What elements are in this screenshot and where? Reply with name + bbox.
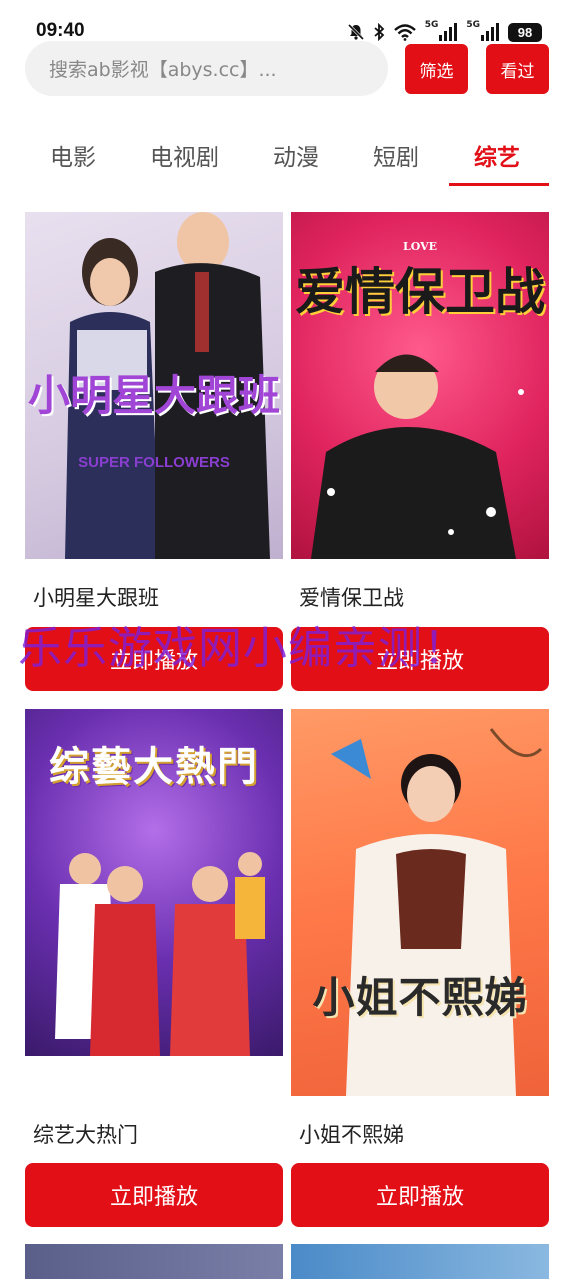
poster-title: 小明星大跟班	[27, 371, 280, 420]
card-title[interactable]: 小姐不熙娣	[299, 1119, 404, 1149]
mute-bell-icon	[347, 23, 364, 41]
poster-image[interactable]: 爱情保卫战 LOVE	[291, 212, 549, 559]
play-button[interactable]: 立即播放	[25, 1163, 283, 1227]
poster-title: 爱情保卫战	[295, 262, 545, 321]
bluetooth-icon	[374, 23, 385, 41]
battery-icon: 98	[508, 22, 542, 42]
status-icons: 5G 5G 98	[347, 20, 542, 44]
search-placeholder: 搜索ab影视【abys.cc】...	[49, 59, 277, 81]
poster-image[interactable]: 综藝大熱門	[25, 709, 283, 1056]
tab-tv-series[interactable]: 电视剧	[150, 138, 219, 172]
poster-subtitle: SUPER FOLLOWERS	[78, 454, 230, 471]
tab-variety[interactable]: 综艺	[474, 138, 520, 172]
card-title[interactable]: 爱情保卫战	[299, 582, 404, 612]
card-title[interactable]: 综艺大热门	[33, 1119, 138, 1149]
play-button[interactable]: 立即播放	[291, 1163, 549, 1227]
card-title[interactable]: 小明星大跟班	[33, 582, 159, 612]
history-button[interactable]: 看过	[486, 44, 549, 94]
poster-image[interactable]: 小明星大跟班 SUPER FOLLOWERS	[25, 212, 283, 559]
tab-movie[interactable]: 电影	[50, 138, 96, 172]
status-time: 09:40	[36, 20, 85, 41]
poster-art	[331, 728, 543, 1096]
next-poster-peek[interactable]	[291, 1244, 549, 1279]
signal-icon-a	[439, 23, 458, 41]
poster-subtitle: LOVE	[402, 240, 438, 253]
watermark-text: 乐乐游戏网小编亲测！	[18, 623, 468, 674]
search-input[interactable]: 搜索ab影视【abys.cc】...	[25, 41, 388, 96]
filter-button[interactable]: 筛选	[405, 44, 468, 94]
next-poster-peek[interactable]	[25, 1244, 283, 1279]
tab-anime[interactable]: 动漫	[273, 138, 319, 172]
poster-title: 综藝大熱門	[49, 743, 259, 790]
active-tab-indicator	[449, 183, 549, 186]
network-label-b: 5G	[466, 20, 480, 30]
wifi-icon	[393, 24, 416, 41]
signal-icon-b	[481, 23, 499, 41]
network-label-a: 5G	[424, 20, 439, 30]
poster-title: 小姐不熙娣	[312, 973, 528, 1022]
status-bar: 09:40 5G 5G 98	[0, 0, 572, 44]
category-tabs: 电影 电视剧 动漫 短剧 综艺	[0, 130, 572, 190]
tab-short-drama[interactable]: 短剧	[373, 138, 419, 172]
poster-image[interactable]: 小姐不熙娣	[291, 709, 549, 1096]
